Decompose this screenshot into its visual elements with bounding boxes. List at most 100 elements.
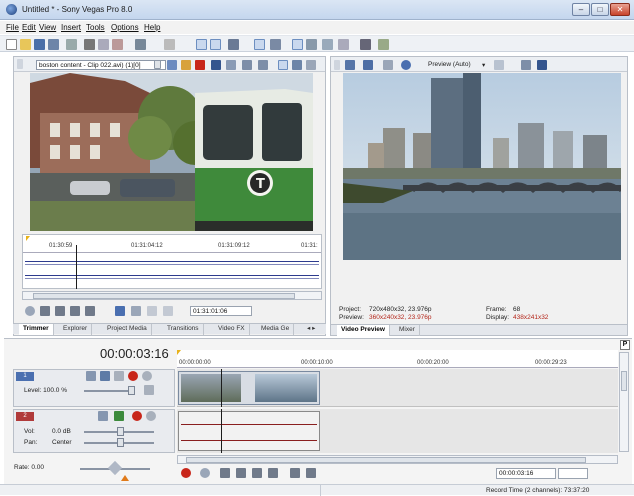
trimmer-video-view-icon[interactable] <box>278 60 288 70</box>
minimize-button[interactable]: – <box>572 3 590 16</box>
zoom-tool-icon[interactable] <box>338 39 349 50</box>
scrollbar-thumb[interactable] <box>621 371 627 391</box>
mute-icon[interactable] <box>128 371 138 381</box>
preview-properties-icon[interactable] <box>345 60 355 70</box>
trimmer-timecode[interactable]: 01:31:01:06 <box>190 306 252 316</box>
snap-icon[interactable] <box>196 39 207 50</box>
scrollbar-thumb[interactable] <box>33 293 295 299</box>
timeline-playhead[interactable] <box>221 409 222 453</box>
timeline-vertical-scrollbar[interactable] <box>619 352 629 452</box>
go-to-start-icon[interactable] <box>290 468 300 478</box>
tab-media-generators[interactable]: Media Ge <box>257 324 295 335</box>
chevron-down-icon[interactable]: ▾ <box>482 61 485 69</box>
audio-solo-icon[interactable] <box>146 411 156 421</box>
trimmer-split-view-icon[interactable] <box>306 60 316 70</box>
ignore-grouping-icon[interactable] <box>270 39 281 50</box>
copy-icon[interactable] <box>98 39 109 50</box>
video-track-number[interactable]: 1 <box>16 372 34 381</box>
audio-event[interactable] <box>178 411 320 451</box>
menu-options[interactable]: Options <box>111 23 139 32</box>
timeline-playhead[interactable] <box>221 369 222 407</box>
trimmer-next-icon[interactable] <box>163 306 173 316</box>
save-icon[interactable] <box>34 39 45 50</box>
trimmer-star-icon[interactable] <box>181 60 191 70</box>
trimmer-playhead[interactable] <box>76 245 77 289</box>
level-slider-thumb[interactable] <box>128 386 135 395</box>
scrollbar-thumb[interactable] <box>186 457 586 463</box>
tab-project-media[interactable]: Project Media <box>103 324 152 335</box>
trimmer-ruler[interactable]: 01:30:59 01:31:04:12 01:31:09:12 01:31: <box>23 235 321 253</box>
auto-ripple-icon[interactable] <box>210 39 221 50</box>
video-track-lane[interactable] <box>177 369 618 407</box>
video-event[interactable] <box>178 371 320 405</box>
play-from-start-icon[interactable] <box>40 306 50 316</box>
play-from-start-icon[interactable] <box>220 468 230 478</box>
trimmer-mark-out-icon[interactable] <box>147 306 157 316</box>
envelope-tool-icon[interactable] <box>306 39 317 50</box>
tab-scroll-arrows-icon[interactable]: ◂ ▸ <box>303 324 319 335</box>
audio-mute-icon[interactable] <box>132 411 142 421</box>
go-to-end-icon[interactable] <box>306 468 316 478</box>
trimmer-horizontal-scrollbar[interactable] <box>22 291 322 300</box>
chevron-down-icon[interactable] <box>154 60 161 69</box>
tab-trimmer[interactable]: Trimmer <box>19 324 54 335</box>
loop-playback-icon[interactable] <box>200 468 210 478</box>
trimmer-history-icon[interactable] <box>167 60 177 70</box>
track-motion-icon[interactable] <box>114 371 124 381</box>
tab-video-fx[interactable]: Video FX <box>214 324 250 335</box>
save-as-icon[interactable] <box>48 39 59 50</box>
audio-fx-icon[interactable] <box>98 411 108 421</box>
trimmer-select-icon[interactable] <box>115 306 125 316</box>
track-fx-icon[interactable] <box>86 371 96 381</box>
maximize-button[interactable]: □ <box>591 3 609 16</box>
fx-bypass-icon[interactable] <box>401 60 411 70</box>
volume-slider-thumb[interactable] <box>117 427 124 436</box>
redo-icon[interactable] <box>164 39 175 50</box>
record-icon[interactable] <box>181 468 191 478</box>
timeline-selection-field[interactable] <box>558 468 588 479</box>
split-screen-icon[interactable] <box>383 60 393 70</box>
menu-insert[interactable]: Insert <box>61 23 81 32</box>
trimmer-insert-icon[interactable] <box>258 60 268 70</box>
arm-for-record-icon[interactable] <box>114 411 124 421</box>
render-icon[interactable] <box>66 39 77 50</box>
paste-icon[interactable] <box>112 39 123 50</box>
compositing-mode-icon[interactable] <box>100 371 110 381</box>
trimmer-overwrite-icon[interactable] <box>242 60 252 70</box>
trimmer-mark-in-icon[interactable] <box>131 306 141 316</box>
menu-tools[interactable]: Tools <box>86 23 105 32</box>
tab-explorer[interactable]: Explorer <box>59 324 93 335</box>
pause-icon[interactable] <box>70 306 80 316</box>
open-icon[interactable] <box>20 39 31 50</box>
loop-icon[interactable] <box>25 306 35 316</box>
trimmer-add-icon[interactable] <box>226 60 236 70</box>
save-snapshot-icon[interactable] <box>537 60 547 70</box>
play-icon[interactable] <box>55 306 65 316</box>
solo-icon[interactable] <box>142 371 152 381</box>
timeline-ruler[interactable]: 00:00:00:00 00:00:10:00 00:00:20:00 00:0… <box>177 350 618 368</box>
overlays-icon[interactable] <box>494 60 504 70</box>
selection-tool-icon[interactable] <box>322 39 333 50</box>
pan-slider-thumb[interactable] <box>117 438 124 447</box>
tab-video-preview[interactable]: Video Preview <box>337 325 390 336</box>
pause-icon[interactable] <box>252 468 262 478</box>
preview-quality-select[interactable]: Preview (Auto) <box>428 61 471 68</box>
tab-transitions[interactable]: Transitions <box>163 324 204 335</box>
play-icon[interactable] <box>236 468 246 478</box>
stop-icon[interactable] <box>268 468 278 478</box>
stop-icon[interactable] <box>85 306 95 316</box>
timeline-timecode[interactable]: 00:00:03:16 <box>496 468 556 479</box>
new-project-icon[interactable] <box>6 39 17 50</box>
marker-icon[interactable]: P <box>620 340 630 350</box>
menu-edit[interactable]: Edit <box>22 23 36 32</box>
copy-snapshot-icon[interactable] <box>521 60 531 70</box>
trimmer-audio-view-icon[interactable] <box>292 60 302 70</box>
normal-edit-tool-icon[interactable] <box>292 39 303 50</box>
trimmer-timeline[interactable]: 01:30:59 01:31:04:12 01:31:09:12 01:31: <box>22 234 322 289</box>
close-button[interactable]: ✕ <box>610 3 630 16</box>
trimmer-clear-icon[interactable] <box>195 60 205 70</box>
help-icon[interactable] <box>378 39 389 50</box>
menu-view[interactable]: View <box>39 23 56 32</box>
trimmer-clip-select[interactable]: boston content - Clip 022.avi) (1)[0] <box>36 60 166 70</box>
properties-icon[interactable] <box>360 39 371 50</box>
